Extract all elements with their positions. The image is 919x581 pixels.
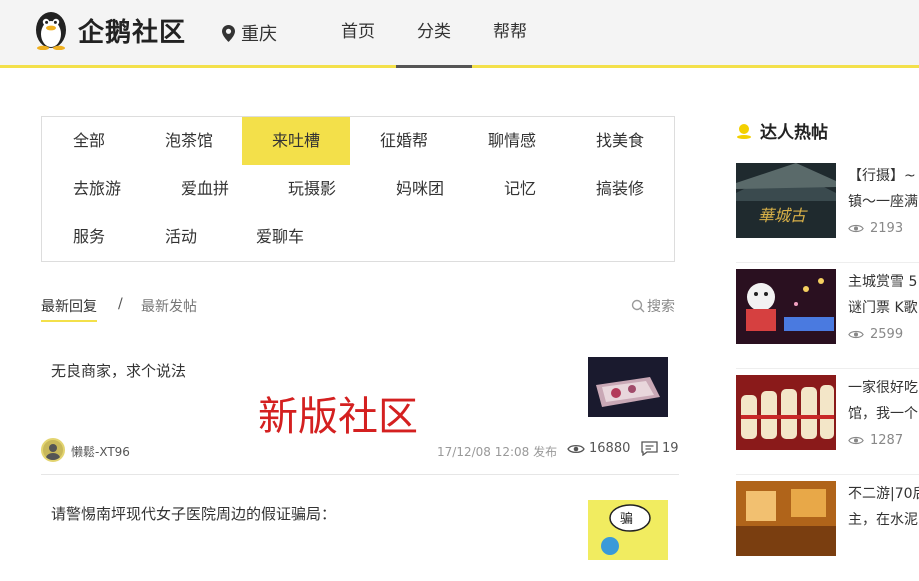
hot-post-title-line1: 【行摄】~ bbox=[848, 168, 916, 184]
hot-post-title-line2: 镇～一座满 bbox=[848, 194, 918, 210]
thumbnail-image bbox=[588, 357, 668, 417]
hot-post-thumbnail: 華城古 bbox=[736, 163, 836, 238]
category-grid: 全部 泡茶馆 来吐槽 征婚帮 聊情感 找美食 去旅游 爱血拼 玩摄影 妈咪团 记… bbox=[41, 116, 675, 262]
post-time: 17/12/08 12:08 发布 bbox=[437, 445, 558, 459]
penguin-logo-icon[interactable] bbox=[31, 6, 71, 50]
post-views: 16880 bbox=[567, 441, 630, 456]
post-comments[interactable]: 19 bbox=[641, 441, 679, 456]
hot-user-icon bbox=[737, 123, 751, 139]
category-all[interactable]: 全部 bbox=[42, 117, 136, 165]
hot-post-image[interactable] bbox=[736, 269, 836, 344]
avatar[interactable] bbox=[41, 438, 65, 462]
hot-post-views: 1287 bbox=[848, 433, 903, 448]
user-avatar-icon bbox=[46, 444, 60, 460]
post-views-count: 16880 bbox=[589, 441, 631, 456]
search-label: 搜索 bbox=[647, 299, 675, 315]
top-header: 企鹅社区 重庆 首页 分类 帮帮 bbox=[0, 0, 919, 68]
hot-post-views-count: 2193 bbox=[870, 221, 904, 236]
hot-post-thumbnail bbox=[736, 481, 836, 556]
hot-post-item: 主城赏雪 5 谜门票 K歌 2599 bbox=[736, 269, 919, 369]
category-decor[interactable]: 搞装修 bbox=[566, 165, 674, 213]
thumbnail-image: 骗 bbox=[588, 500, 668, 560]
hot-post-views: 2599 bbox=[848, 327, 903, 342]
hot-post-item: 華城古 【行摄】~ 镇～一座满 2193 bbox=[736, 163, 919, 263]
hot-post-item: 一家很好吃 馆，我一个 1287 bbox=[736, 375, 919, 475]
hot-post-views: 2193 bbox=[848, 221, 903, 236]
svg-text:華城古: 華城古 bbox=[758, 206, 808, 225]
location-label: 重庆 bbox=[241, 24, 277, 45]
nav-category[interactable]: 分类 bbox=[396, 0, 472, 68]
svg-text:骗: 骗 bbox=[620, 512, 633, 527]
promo-banner-text: 新版社区 bbox=[258, 394, 418, 440]
eye-icon bbox=[848, 224, 864, 233]
category-service[interactable]: 服务 bbox=[42, 213, 136, 261]
hot-post-views-count: 1287 bbox=[870, 433, 904, 448]
hot-post-image[interactable] bbox=[736, 375, 836, 450]
category-photo[interactable]: 玩摄影 bbox=[258, 165, 366, 213]
category-food[interactable]: 找美食 bbox=[566, 117, 674, 165]
hot-post-image[interactable]: 華城古 bbox=[736, 163, 836, 238]
main-nav: 首页 分类 帮帮 bbox=[320, 0, 548, 68]
hot-post-thumbnail bbox=[736, 375, 836, 450]
hot-post-thumbnail bbox=[736, 269, 836, 344]
category-shopping[interactable]: 爱血拼 bbox=[152, 165, 258, 213]
hot-post-title-line1: 不二游|70后 bbox=[848, 486, 919, 502]
location-pin-icon bbox=[222, 24, 235, 42]
post-comments-count: 19 bbox=[662, 441, 679, 456]
sidebar-title-label: 达人热帖 bbox=[760, 123, 828, 143]
location-selector[interactable]: 重庆 bbox=[222, 20, 277, 46]
post-item: 请警惕南坪现代女子医院周边的假证骗局： 骗 bbox=[41, 476, 679, 560]
category-dating[interactable]: 征婚帮 bbox=[350, 117, 458, 165]
hot-post-views-count: 2599 bbox=[870, 327, 904, 342]
search-button[interactable]: 搜索 bbox=[631, 296, 675, 316]
eye-icon bbox=[848, 436, 864, 445]
post-title[interactable]: 无良商家，求个说法 bbox=[51, 360, 186, 381]
post-tabs: 最新回复 / 最新发帖 搜索 bbox=[41, 296, 679, 322]
eye-icon bbox=[848, 330, 864, 339]
tab-separator: / bbox=[118, 296, 123, 312]
category-teahouse[interactable]: 泡茶馆 bbox=[136, 117, 242, 165]
hot-post-image[interactable] bbox=[736, 481, 836, 556]
nav-home[interactable]: 首页 bbox=[320, 0, 396, 68]
hot-post-item: 不二游|70后 主，在水泥 bbox=[736, 481, 919, 581]
hot-post-title-line2: 主，在水泥 bbox=[848, 512, 918, 528]
tab-latest-reply[interactable]: 最新回复 bbox=[41, 296, 97, 322]
brand-name[interactable]: 企鹅社区 bbox=[78, 12, 186, 49]
post-author[interactable]: 懒鬆-XT96 bbox=[71, 443, 130, 460]
hot-post-title[interactable]: 主城赏雪 5 谜门票 K歌 bbox=[848, 269, 919, 321]
hot-post-title-line1: 主城赏雪 5 bbox=[848, 274, 918, 290]
category-travel[interactable]: 去旅游 bbox=[42, 165, 152, 213]
eye-icon bbox=[567, 444, 585, 453]
post-thumbnail[interactable]: 骗 bbox=[588, 500, 668, 560]
category-events[interactable]: 活动 bbox=[136, 213, 226, 261]
category-memory[interactable]: 记忆 bbox=[474, 165, 566, 213]
hot-post-title[interactable]: 不二游|70后 主，在水泥 bbox=[848, 481, 919, 533]
category-cars[interactable]: 爱聊车 bbox=[226, 213, 334, 261]
hot-post-title-line2: 谜门票 K歌 bbox=[848, 300, 918, 316]
search-icon bbox=[631, 299, 645, 313]
hot-post-title-line2: 馆，我一个 bbox=[848, 406, 918, 422]
hot-post-title[interactable]: 一家很好吃 馆，我一个 bbox=[848, 375, 919, 427]
nav-help[interactable]: 帮帮 bbox=[472, 0, 548, 68]
comment-icon bbox=[641, 441, 658, 456]
category-complain[interactable]: 来吐槽 bbox=[242, 117, 350, 165]
post-thumbnail[interactable] bbox=[588, 357, 668, 417]
hot-post-title[interactable]: 【行摄】~ 镇～一座满 bbox=[848, 163, 919, 215]
hot-post-title-line1: 一家很好吃 bbox=[848, 380, 918, 396]
post-meta: 懒鬆-XT96 17/12/08 12:08 发布 16880 19 bbox=[41, 438, 679, 462]
category-moms[interactable]: 妈咪团 bbox=[366, 165, 474, 213]
sidebar-title: 达人热帖 bbox=[736, 118, 828, 143]
post-title[interactable]: 请警惕南坪现代女子医院周边的假证骗局： bbox=[51, 503, 336, 524]
tab-latest-post[interactable]: 最新发帖 bbox=[141, 296, 197, 316]
category-emotion[interactable]: 聊情感 bbox=[458, 117, 566, 165]
